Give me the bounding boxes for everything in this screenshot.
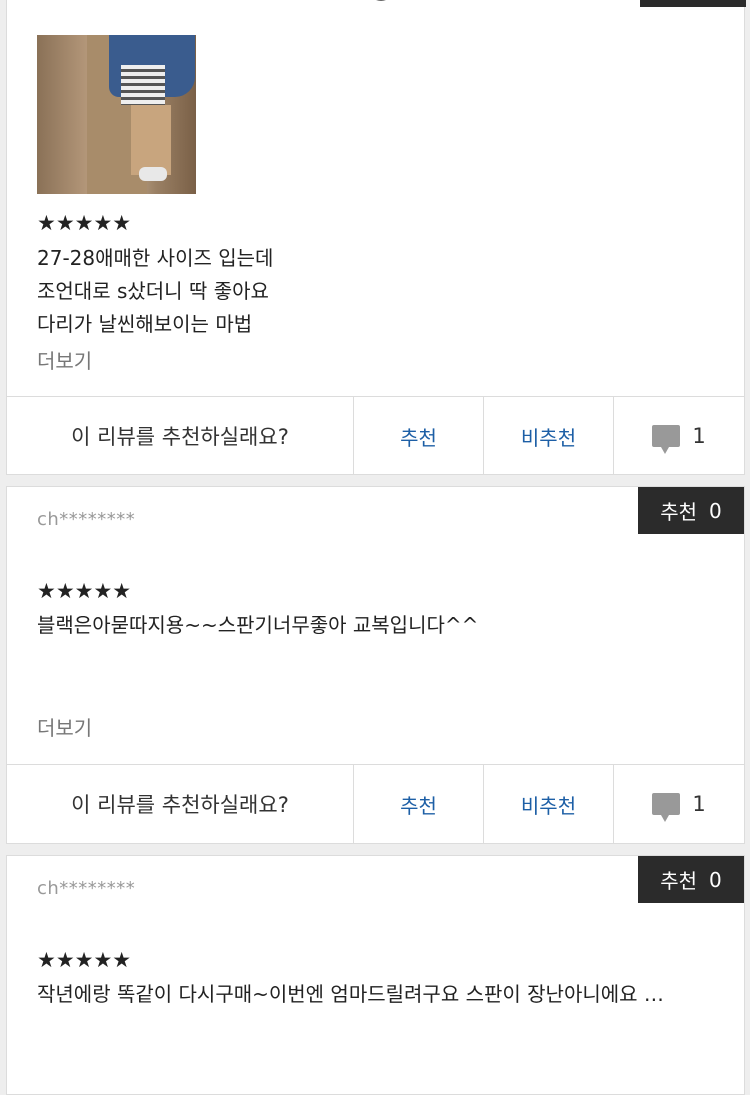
recommend-badge: 추천 0 <box>638 856 744 903</box>
recommend-badge-label: 추천 <box>660 500 698 524</box>
recommend-badge-label: 추천 <box>660 869 698 893</box>
review-card: ★★★★★ 27-28애매한 사이즈 입는데 조언대로 s샀더니 딱 좋아요 다… <box>6 0 746 475</box>
recommend-question: 이 리뷰를 추천하실래요? <box>7 765 354 843</box>
comment-button[interactable]: 1 <box>614 765 744 843</box>
review-line: 작년에랑 똑같이 다시구매~이번엔 엄마드릴려구요 스판이 장난아니에요 … <box>37 982 664 1006</box>
more-link[interactable]: 더보기 <box>37 712 92 741</box>
recommend-badge-count: 0 <box>709 498 722 523</box>
review-text: 블랙은아묻따지용~~스판기너무좋아 교복입니다^^ <box>37 609 478 642</box>
comment-button[interactable]: 1 <box>614 397 744 475</box>
review-text: 27-28애매한 사이즈 입는데 조언대로 s샀더니 딱 좋아요 다리가 날씬해… <box>37 242 273 341</box>
star-rating-icon: ★★★★★ <box>37 211 132 235</box>
comment-bubble-icon <box>652 793 681 822</box>
review-text: 작년에랑 똑같이 다시구매~이번엔 엄마드릴려구요 스판이 장난아니에요 … <box>37 978 664 1011</box>
recommend-badge <box>640 0 746 7</box>
star-rating-icon: ★★★★★ <box>37 579 132 603</box>
recommend-badge-count: 0 <box>709 867 722 892</box>
recommend-badge: 추천 0 <box>638 487 744 534</box>
review-line: 다리가 날씬해보이는 마법 <box>37 312 253 336</box>
recommend-button[interactable]: 추천 <box>354 765 484 843</box>
review-line: 조언대로 s샀더니 딱 좋아요 <box>37 279 269 303</box>
scroll-indicator-icon <box>369 0 393 1</box>
not-recommend-button[interactable]: 비추천 <box>484 397 614 475</box>
review-card: ch******** 추천 0 ★★★★★ 블랙은아묻따지용~~스판기너무좋아 … <box>6 486 745 844</box>
review-actions: 이 리뷰를 추천하실래요? 추천 비추천 1 <box>7 764 744 843</box>
review-photo[interactable] <box>37 35 196 194</box>
review-line: 블랙은아묻따지용~~스판기너무좋아 교복입니다^^ <box>37 613 479 637</box>
recommend-button[interactable]: 추천 <box>354 397 484 475</box>
review-card: ch******** 추천 0 ★★★★★ 작년에랑 똑같이 다시구매~이번엔 … <box>6 855 745 1095</box>
comment-count: 1 <box>692 792 706 816</box>
comment-bubble-icon <box>652 425 681 454</box>
reviewer-name: ch******** <box>37 509 136 530</box>
not-recommend-button[interactable]: 비추천 <box>484 765 614 843</box>
comment-count: 1 <box>692 424 706 448</box>
reviewer-name: ch******** <box>37 878 136 899</box>
more-link[interactable]: 더보기 <box>37 345 92 374</box>
review-actions: 이 리뷰를 추천하실래요? 추천 비추천 1 <box>7 396 744 475</box>
recommend-question: 이 리뷰를 추천하실래요? <box>7 397 354 475</box>
star-rating-icon: ★★★★★ <box>37 948 132 972</box>
review-line: 27-28애매한 사이즈 입는데 <box>37 246 274 270</box>
